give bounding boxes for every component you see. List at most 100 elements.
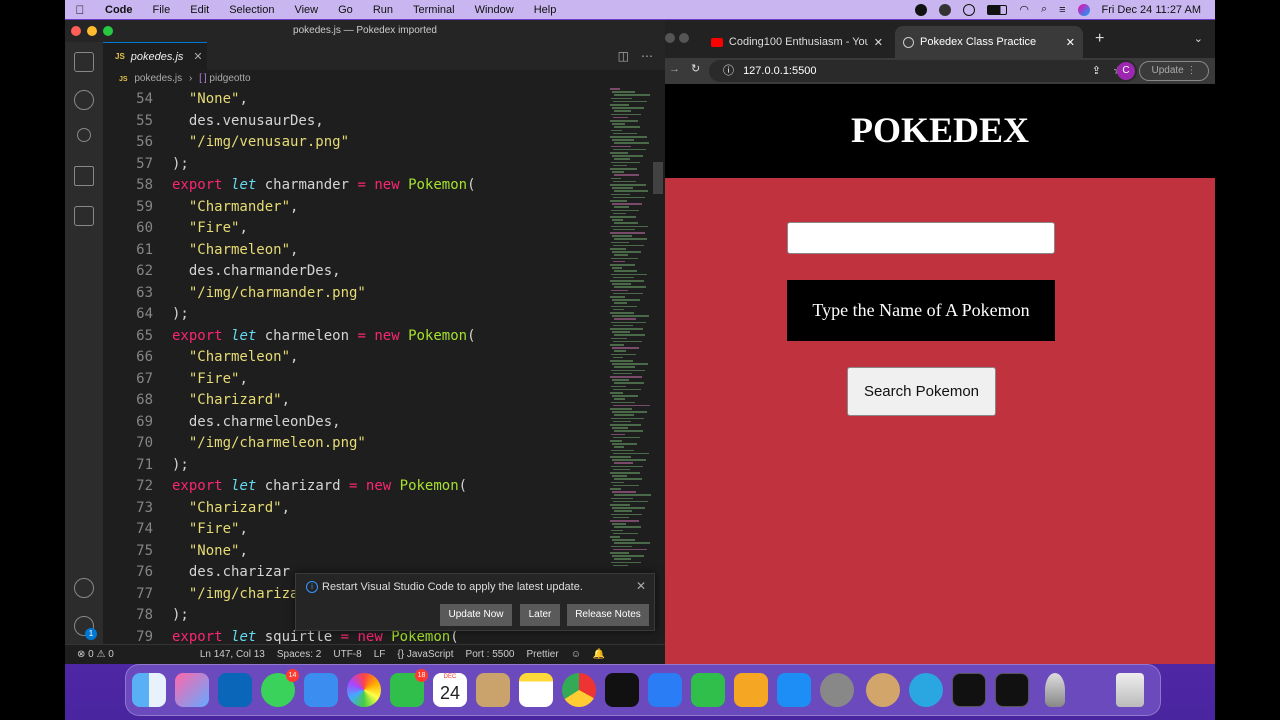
maximize-window-button[interactable] <box>103 26 113 36</box>
menu-file[interactable]: File <box>143 4 181 16</box>
tab-search-chevron-icon[interactable]: ⌄ <box>1194 32 1203 45</box>
photos-icon[interactable] <box>347 673 381 707</box>
code-line[interactable]: 57); <box>103 154 623 175</box>
pages-icon[interactable] <box>734 673 768 707</box>
menu-selection[interactable]: Selection <box>219 4 284 16</box>
launchpad-icon[interactable] <box>175 673 209 707</box>
code-line[interactable]: 70 "/img/charmeleon.png" <box>103 433 623 454</box>
menu-edit[interactable]: Edit <box>180 4 219 16</box>
share-icon[interactable]: ⇪ <box>1092 60 1101 82</box>
code-line[interactable]: 71); <box>103 455 623 476</box>
code-line[interactable]: 68 "Charizard", <box>103 390 623 411</box>
split-editor-icon[interactable]: ◫ <box>618 49 629 63</box>
breadcrumb-symbol[interactable]: pidgeotto <box>209 73 250 84</box>
facetime-icon[interactable]: 18 <box>390 669 428 707</box>
tab-pokedes-js[interactable]: JS pokedes.js ✕ <box>103 42 207 70</box>
code-editor[interactable]: 54 "None", 55 des.venusaurDes, 56 "/img/ve… <box>103 88 623 652</box>
traffic-light-icon[interactable] <box>665 33 675 43</box>
code-line[interactable]: 73 "Charizard", <box>103 498 623 519</box>
search-icon[interactable] <box>74 90 94 110</box>
code-line[interactable]: 63 "/img/charmander.png" <box>103 283 623 304</box>
account-icon[interactable] <box>74 578 94 598</box>
chrome-update-button[interactable]: Update ⋮ <box>1139 61 1209 81</box>
apple-menu-icon[interactable]:  <box>65 3 95 17</box>
clock[interactable]: Fri Dec 24 11:27 AM <box>1102 4 1201 16</box>
apple-tv-icon[interactable] <box>605 673 639 707</box>
encoding[interactable]: UTF-8 <box>333 649 361 660</box>
code-line[interactable]: 60 "Fire", <box>103 218 623 239</box>
close-tab-icon[interactable]: ✕ <box>874 36 883 49</box>
calendar-icon[interactable]: DEC 24 <box>433 673 467 707</box>
activity-monitor-icon[interactable] <box>995 673 1029 707</box>
editor-scrollbar[interactable] <box>653 162 663 194</box>
numbers-icon[interactable] <box>691 673 725 707</box>
profile-avatar[interactable]: C <box>1117 62 1135 80</box>
notes-icon[interactable] <box>519 673 553 707</box>
notifications-bell-icon[interactable]: 🔔 <box>593 649 605 660</box>
more-actions-icon[interactable]: ⋯ <box>641 49 653 63</box>
messages-icon[interactable]: 14 <box>261 669 299 707</box>
code-line[interactable]: 58 export let charmander = new Pokemon( <box>103 175 623 196</box>
feedback-icon[interactable]: ☺ <box>571 649 581 660</box>
live-server-port[interactable]: Port : 5500 <box>466 649 515 660</box>
play-icon[interactable] <box>963 3 976 16</box>
app-store-icon[interactable] <box>777 673 811 707</box>
code-line[interactable]: 55 des.venusaurDes, <box>103 111 623 132</box>
address-bar[interactable]: ⓘ 127.0.0.1:5500 ⇪ ☆ <box>709 60 1137 82</box>
pokemon-search-input[interactable] <box>787 222 1055 254</box>
wifi-icon[interactable]: ◠ <box>1019 3 1029 16</box>
code-line[interactable]: 75 "None", <box>103 541 623 562</box>
new-tab-icon[interactable]: + <box>1095 30 1104 48</box>
finder-icon[interactable] <box>132 673 166 707</box>
code-line[interactable]: 62 des.charmanderDes, <box>103 261 623 282</box>
vscode-icon[interactable] <box>218 673 252 707</box>
code-line[interactable]: 72 export let charizard = new Pokemon( <box>103 476 623 497</box>
mk-app-icon[interactable] <box>909 673 943 707</box>
line-ending[interactable]: LF <box>374 649 386 660</box>
mail-icon[interactable] <box>304 673 338 707</box>
code-line[interactable]: 66 "Charmeleon", <box>103 347 623 368</box>
terminal-icon[interactable] <box>952 673 986 707</box>
minimize-window-button[interactable] <box>87 26 97 36</box>
menu-terminal[interactable]: Terminal <box>403 4 465 16</box>
later-button[interactable]: Later <box>520 604 560 626</box>
close-window-button[interactable] <box>71 26 81 36</box>
code-line[interactable]: 61 "Charmeleon", <box>103 240 623 261</box>
menu-app-name[interactable]: Code <box>95 4 143 16</box>
system-preferences-icon[interactable] <box>820 673 854 707</box>
menu-view[interactable]: View <box>284 4 328 16</box>
battery-icon[interactable] <box>987 4 1008 15</box>
search-icon[interactable]: ⌕ <box>1041 3 1047 16</box>
minimap[interactable] <box>610 88 655 652</box>
contacts-icon[interactable] <box>476 673 510 707</box>
update-now-button[interactable]: Update Now <box>440 604 512 626</box>
close-notification-icon[interactable]: ✕ <box>636 579 646 593</box>
keynote-icon[interactable] <box>648 673 682 707</box>
menu-run[interactable]: Run <box>363 4 403 16</box>
site-info-icon[interactable]: ⓘ <box>723 65 734 77</box>
close-tab-icon[interactable]: ✕ <box>1066 36 1075 49</box>
browser-tab-pokedex[interactable]: Pokedex Class Practice ✕ <box>895 26 1083 58</box>
language-mode[interactable]: {} JavaScript <box>397 649 453 660</box>
code-line[interactable]: 74 "Fire", <box>103 519 623 540</box>
code-line[interactable]: 67 "Fire", <box>103 369 623 390</box>
code-line[interactable]: 65 export let charmeleon = new Pokemon( <box>103 326 623 347</box>
extensions-icon[interactable] <box>74 206 94 226</box>
trash-icon[interactable] <box>1116 673 1144 707</box>
menu-go[interactable]: Go <box>328 4 363 16</box>
cursor-position[interactable]: Ln 147, Col 13 <box>200 649 265 660</box>
release-notes-button[interactable]: Release Notes <box>567 604 649 626</box>
record-icon[interactable] <box>915 3 928 16</box>
code-line[interactable]: 64); <box>103 304 623 325</box>
reload-icon[interactable]: ↻ <box>691 62 700 75</box>
prettier-status[interactable]: Prettier <box>526 649 558 660</box>
siri-icon[interactable] <box>1077 3 1090 16</box>
forward-icon[interactable]: → <box>669 63 680 75</box>
menu-help[interactable]: Help <box>524 4 567 16</box>
source-control-icon[interactable] <box>77 128 91 142</box>
explorer-icon[interactable] <box>74 52 94 72</box>
breadcrumb-file[interactable]: pokedes.js <box>134 73 182 84</box>
rocket-icon[interactable] <box>1045 673 1065 707</box>
paint-palette-icon[interactable] <box>866 673 900 707</box>
code-line[interactable]: 54 "None", <box>103 89 623 110</box>
